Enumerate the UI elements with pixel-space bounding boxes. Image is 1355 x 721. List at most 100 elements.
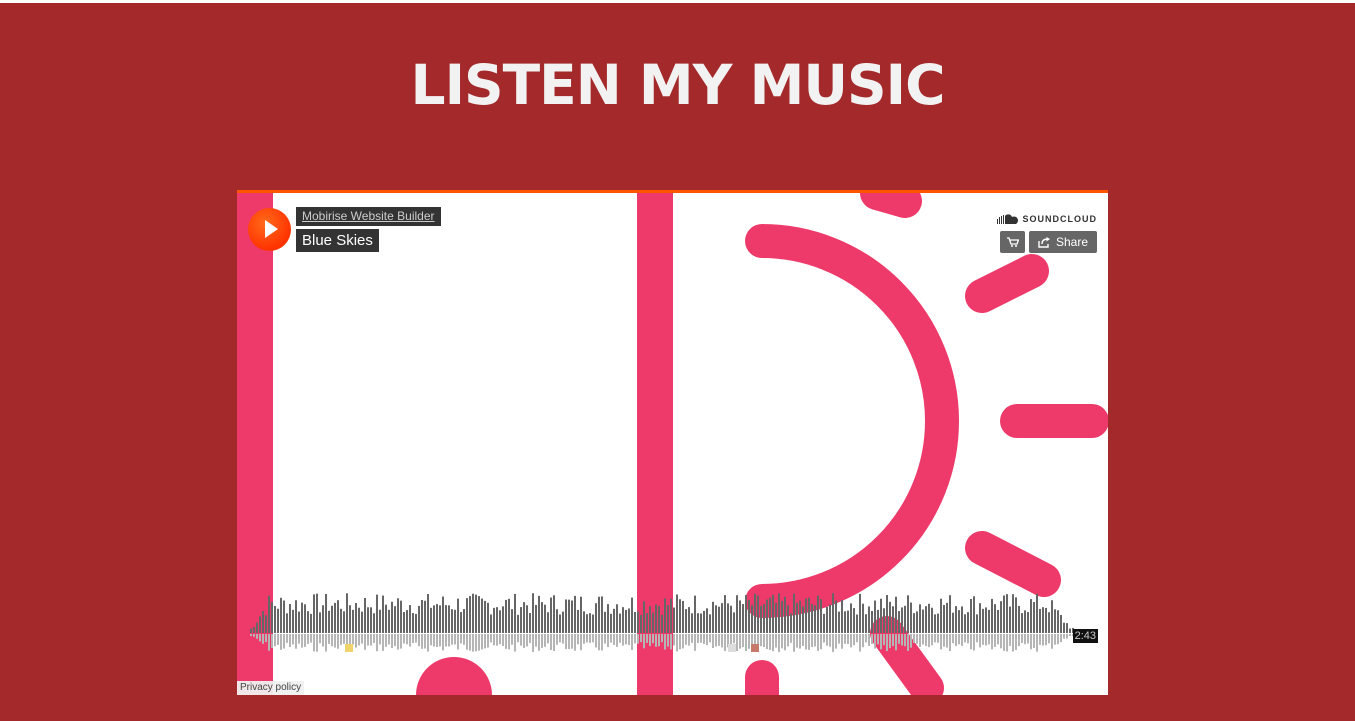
waveform-bar-reflection: [457, 634, 459, 650]
waveform-bar-reflection: [559, 634, 561, 643]
waveform-bar-reflection: [1018, 634, 1020, 647]
waveform-bar-reflection: [400, 634, 402, 649]
waveform-bar: [397, 598, 399, 633]
waveform-bar-reflection: [913, 634, 915, 643]
waveform-bar-reflection: [328, 634, 330, 644]
waveform-bar-reflection: [523, 634, 525, 648]
waveform-bar: [835, 600, 837, 633]
waveform-bar-reflection: [1012, 634, 1014, 652]
waveform-bar-reflection: [376, 634, 378, 652]
waveform-bar: [757, 595, 759, 633]
waveform-bar-reflection: [772, 634, 774, 652]
waveform-bar: [1036, 593, 1038, 633]
track-title[interactable]: Blue Skies: [296, 229, 379, 252]
waveform-bar-reflection: [979, 634, 981, 648]
waveform-bar-reflection: [511, 634, 513, 645]
comment-avatar[interactable]: [728, 644, 736, 652]
play-button[interactable]: [248, 208, 291, 251]
waveform-bar: [604, 611, 606, 633]
waveform-bar-reflection: [661, 634, 663, 643]
waveform-bar: [724, 595, 726, 633]
waveform-bar: [685, 609, 687, 633]
waveform-bar: [553, 595, 555, 633]
share-icon: [1038, 236, 1050, 248]
waveform-bar-reflection: [535, 634, 537, 647]
uploader-link[interactable]: Mobirise Website Builder: [296, 207, 441, 226]
buy-button[interactable]: [1000, 231, 1025, 253]
waveform-bar-reflection: [517, 634, 519, 643]
waveform-bar: [598, 596, 600, 633]
waveform-bar: [937, 613, 939, 633]
waveform-bar: [313, 594, 315, 633]
waveform-bar: [619, 613, 621, 633]
waveform-bar: [352, 609, 354, 633]
comment-avatar[interactable]: [345, 644, 353, 652]
waveform-bar: [670, 598, 672, 633]
waveform-bar: [520, 607, 522, 633]
waveform-bar-reflection: [355, 634, 357, 648]
waveform-bar: [904, 605, 906, 633]
waveform-bar-reflection: [553, 634, 555, 651]
privacy-policy-link[interactable]: Privacy policy: [237, 681, 305, 695]
waveform-bar: [817, 595, 819, 633]
waveform-bar-reflection: [310, 634, 312, 643]
waveform-bar: [508, 598, 510, 633]
waveform-bar: [424, 600, 426, 633]
waveform-bar-reflection: [358, 634, 360, 646]
waveform-bar: [289, 604, 291, 633]
comment-avatar[interactable]: [751, 644, 759, 652]
waveform-bar-reflection: [616, 634, 618, 647]
soundcloud-player[interactable]: Mobirise Website Builder Blue Skies SOUN…: [237, 190, 1108, 695]
waveform-bar: [988, 609, 990, 633]
waveform-bar-reflection: [994, 634, 996, 647]
waveform-bar-reflection: [586, 634, 588, 643]
waveform-bar-reflection: [1003, 634, 1005, 651]
waveform-bar: [298, 611, 300, 633]
waveform-bar-reflection: [604, 634, 606, 644]
waveform-bar: [721, 603, 723, 633]
waveform-bar-reflection: [343, 634, 345, 644]
waveform-bar-reflection: [556, 634, 558, 645]
waveform-bar: [802, 606, 804, 633]
waveform-bar-reflection: [385, 634, 387, 647]
waveform-bar-reflection: [700, 634, 702, 643]
waveform-bar-reflection: [448, 634, 450, 647]
waveform-bar-reflection: [724, 634, 726, 652]
waveform-bar: [481, 598, 483, 633]
waveform-bar-reflection: [931, 634, 933, 646]
waveform-bar-reflection: [805, 634, 807, 650]
waveform-bar: [394, 606, 396, 633]
waveform-bar-reflection: [304, 634, 306, 647]
waveform-bar: [325, 593, 327, 633]
waveform-bar-reflection: [427, 634, 429, 652]
waveform-bar-reflection: [316, 634, 318, 652]
waveform-bar: [874, 600, 876, 633]
waveform-bar-reflection: [571, 634, 573, 649]
waveform-bar: [733, 612, 735, 633]
waveform-bar: [496, 607, 498, 633]
waveform-bar: [562, 611, 564, 633]
waveform-bar: [259, 616, 261, 633]
waveform-bar: [403, 612, 405, 633]
waveform-bar-reflection: [784, 634, 786, 651]
soundcloud-logo[interactable]: SOUNDCLOUD: [996, 212, 1098, 226]
waveform-bar: [478, 596, 480, 633]
waveform-bar: [484, 600, 486, 633]
waveform-bar-reflection: [439, 634, 441, 647]
waveform-bar: [361, 611, 363, 633]
waveform-bar: [778, 593, 780, 633]
waveform-bar-reflection: [868, 634, 870, 646]
waveform-bar: [691, 613, 693, 633]
waveform-bar: [715, 605, 717, 633]
waveform-bar: [574, 595, 576, 633]
waveform-bar-reflection: [256, 634, 258, 639]
waveform-bar: [610, 613, 612, 633]
waveform-bar-reflection: [658, 634, 660, 647]
waveform-bar-reflection: [745, 634, 747, 652]
share-button[interactable]: Share: [1029, 231, 1097, 253]
waveform-bar-reflection: [871, 634, 873, 644]
waveform-bar-reflection: [709, 634, 711, 643]
waveform-bar-reflection: [367, 634, 369, 646]
waveform-bar: [742, 604, 744, 633]
waveform[interactable]: [247, 588, 1099, 658]
